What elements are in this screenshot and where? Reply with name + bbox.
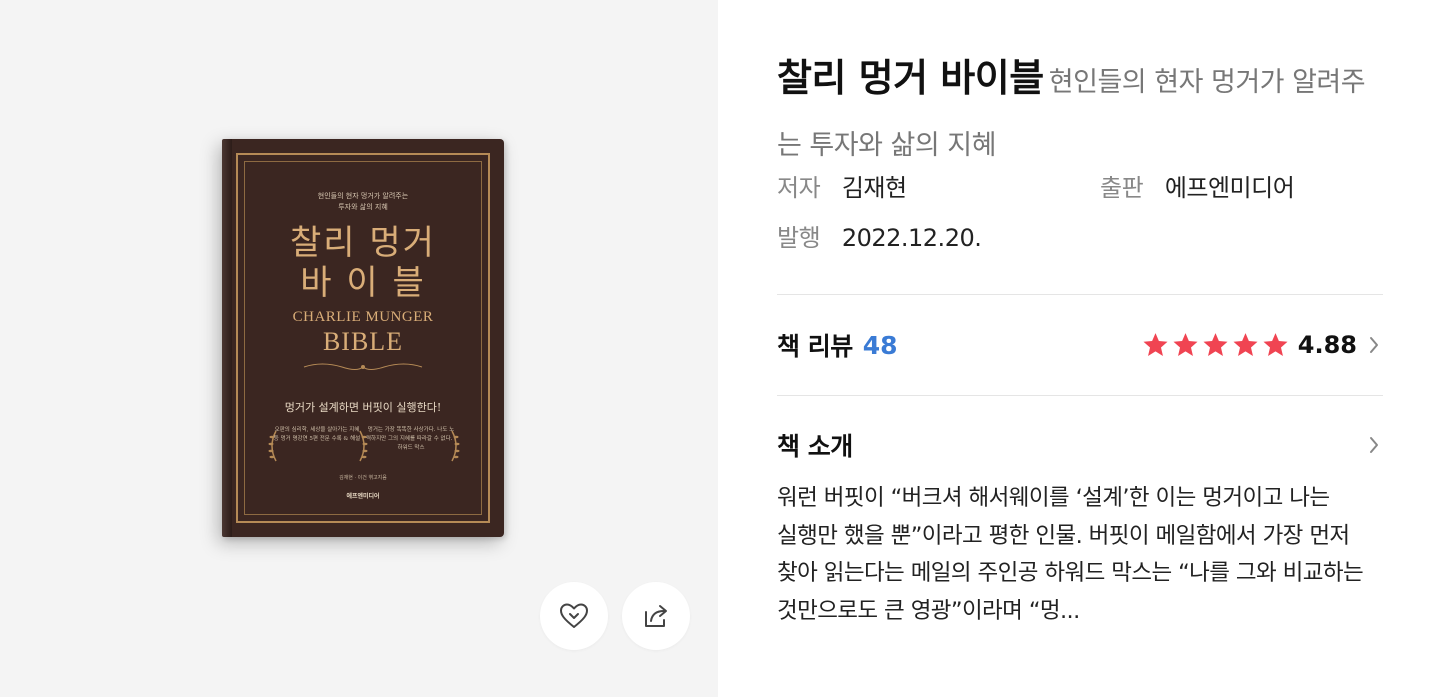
- cover-subtitle-line1: 현인들의 현자 멍거가 알려주는: [317, 192, 409, 200]
- cover-title: 찰리 멍거 바 이 블: [222, 223, 504, 303]
- intro-section-title: 책 소개: [777, 432, 853, 461]
- publisher-label: 출판: [1100, 174, 1144, 202]
- star-rating: [1141, 331, 1290, 359]
- author-name[interactable]: 김재현: [842, 174, 907, 202]
- divider: [777, 395, 1383, 396]
- book-info-panel: 찰리 멍거 바이블 현인들의 현자 멍거가 알려주는 투자와 삶의 지혜 저자 …: [777, 0, 1383, 697]
- chevron-right-icon: [1365, 434, 1383, 456]
- book-cover-panel: 현인들의 현자 멍거가 알려주는 투자와 삶의 지혜 찰리 멍거 바 이 블 C…: [0, 0, 718, 697]
- star-icon: [1203, 333, 1228, 356]
- divider: [777, 294, 1383, 295]
- rating-value: 4.88: [1297, 331, 1357, 359]
- publish-date-label: 발행: [777, 224, 821, 252]
- author-row: 저자 김재현: [777, 172, 907, 204]
- publisher-row: 출판 에프엔미디어: [1100, 172, 1295, 204]
- cover-english-bible: BIBLE: [322, 327, 404, 356]
- share-button[interactable]: [622, 582, 690, 650]
- review-section-title: 책 리뷰: [777, 332, 853, 361]
- laurel-right-icon: [451, 430, 460, 462]
- star-icon: [1263, 333, 1288, 356]
- intro-section-row[interactable]: 책 소개: [777, 425, 1383, 465]
- book-title: 찰리 멍거 바이블: [777, 56, 1044, 100]
- chevron-right-icon: [1365, 334, 1383, 356]
- cover-subtitle: 현인들의 현자 멍거가 알려주는 투자와 삶의 지혜: [222, 191, 504, 213]
- review-section-row[interactable]: 책 리뷰 48 4.88: [777, 325, 1383, 365]
- author-label: 저자: [777, 174, 821, 202]
- book-cover-image: 현인들의 현자 멍거가 알려주는 투자와 삶의 지혜 찰리 멍거 바 이 블 C…: [222, 139, 504, 537]
- cover-blurb-right: 멍거는 가장 똑똑한 사상가다. 나도 노력하지만 그의 지혜를 따라갈 수 없…: [366, 427, 456, 451]
- publisher-name[interactable]: 에프엔미디어: [1165, 174, 1295, 202]
- publish-date: 2022.12.20.: [841, 224, 982, 252]
- cover-title-line2: 바 이 블: [300, 263, 426, 303]
- star-icon: [1143, 333, 1168, 356]
- book-title-block: 찰리 멍거 바이블 현인들의 현자 멍거가 알려주는 투자와 삶의 지혜: [777, 48, 1383, 179]
- cover-blurb-left: 오판의 심리학, 세상을 살아가는 지혜 등 멍거 명강연 5편 전문 수록 &…: [273, 427, 361, 442]
- publish-date-row: 발행 2022.12.20.: [777, 222, 982, 254]
- star-icon: [1233, 333, 1258, 356]
- cover-subtitle-line2: 투자와 삶의 지혜: [338, 203, 388, 211]
- intro-text: 워런 버핏이 “버크셔 해서웨이를 ‘설계’한 이는 멍거이고 나는 실행만 했…: [777, 485, 1364, 624]
- rating-summary: 4.88: [1141, 331, 1383, 359]
- review-count: 48: [862, 330, 898, 360]
- cover-tagline: 멍거가 설계하면 버핏이 실행한다!: [284, 401, 442, 414]
- cover-english-title: CHARLIE MUNGER: [292, 309, 434, 325]
- cover-author-line: 김재현 · 이건 엮고지음: [339, 475, 387, 481]
- heart-icon: [560, 603, 588, 628]
- cover-publisher: 에프엔미디어: [346, 493, 380, 500]
- star-icon: [1173, 333, 1198, 356]
- cover-title-line1: 찰리 멍거: [290, 223, 436, 263]
- cover-ornament-icon: [303, 363, 423, 370]
- intro-expand: [1365, 434, 1383, 456]
- like-button[interactable]: [540, 582, 608, 650]
- share-icon: [645, 605, 667, 627]
